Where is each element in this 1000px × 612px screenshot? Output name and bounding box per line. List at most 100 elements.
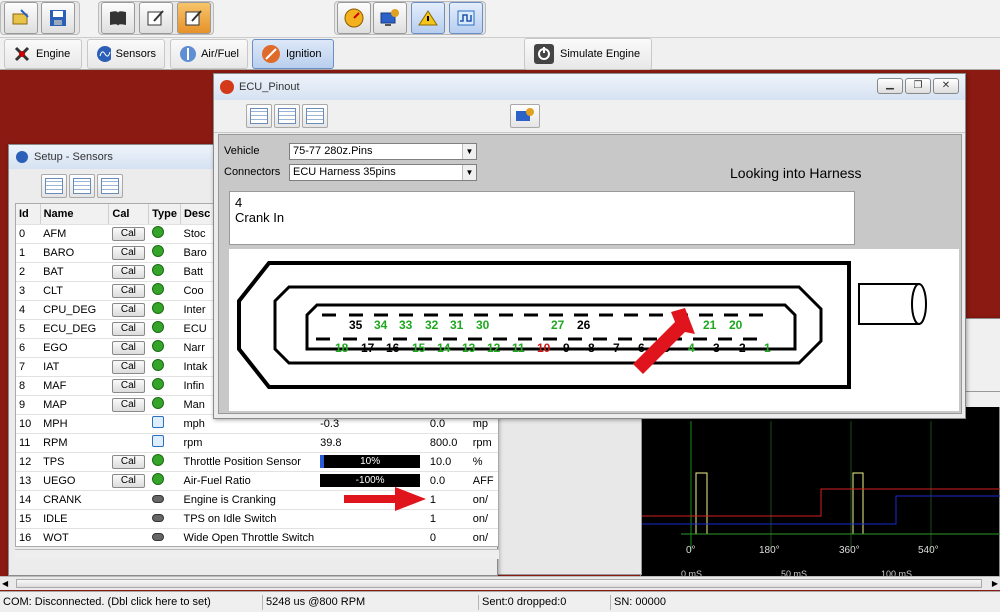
row-id: 9 xyxy=(16,395,41,415)
close-icon[interactable]: ✕ xyxy=(933,78,959,94)
simulate-engine-button[interactable]: Simulate Engine xyxy=(524,38,652,70)
col-id[interactable]: Id xyxy=(16,204,41,225)
cal-button[interactable]: Cal xyxy=(111,226,145,241)
pin-11[interactable]: 11 xyxy=(512,341,525,355)
pin-8[interactable]: 8 xyxy=(588,341,595,355)
pin-17[interactable]: 17 xyxy=(361,341,374,355)
table-row[interactable]: 16 WOT Wide Open Throttle Switch 0 on/ xyxy=(16,528,498,546)
chevron-down-icon[interactable]: ▼ xyxy=(462,165,476,180)
sensors-scrollbar[interactable] xyxy=(15,549,499,559)
cal-button[interactable]: Cal xyxy=(111,454,145,469)
pin-30[interactable]: 30 xyxy=(476,318,489,332)
com-status[interactable]: COM: Disconnected. (Dbl click here to se… xyxy=(0,595,218,610)
cal-button[interactable]: Cal xyxy=(111,321,145,336)
edit-active-icon[interactable] xyxy=(177,2,211,34)
pin-21[interactable]: 21 xyxy=(703,318,716,332)
row-id: 10 xyxy=(16,414,41,434)
table-row[interactable]: 12 TPS Cal Throttle Position Sensor 10% 10.0% xyxy=(16,452,498,472)
col-name[interactable]: Name xyxy=(40,204,110,225)
scope-deg-180: 180° xyxy=(759,545,780,556)
sent-status: Sent:0 dropped:0 xyxy=(478,595,608,610)
pin-26[interactable]: 26 xyxy=(577,318,590,332)
cal-button[interactable]: Cal xyxy=(111,397,145,412)
main-scrollbar[interactable]: ◀ ▶ xyxy=(0,576,1000,590)
pin-7[interactable]: 7 xyxy=(613,341,620,355)
pin-function-text: Crank In xyxy=(235,210,285,225)
tab-engine[interactable]: Engine xyxy=(4,39,82,69)
computer-gear-icon[interactable] xyxy=(510,104,540,128)
pin-27[interactable]: 27 xyxy=(551,318,564,332)
scope-deg-0: 0° xyxy=(686,545,696,556)
pin-18[interactable]: 18 xyxy=(335,341,348,355)
row-id: 15 xyxy=(16,509,41,529)
col-type[interactable]: Type xyxy=(148,204,181,225)
wave-icon[interactable] xyxy=(449,2,483,34)
pin-10[interactable]: 10 xyxy=(537,341,550,355)
vehicle-select[interactable]: 75-77 280z.Pins ▼ xyxy=(289,143,477,160)
connectors-label: Connectors xyxy=(224,166,281,178)
value-bar: 10% xyxy=(320,455,421,468)
cal-button[interactable]: Cal xyxy=(111,302,145,317)
cal-button[interactable]: Cal xyxy=(111,378,145,393)
detail-view-icon[interactable] xyxy=(97,174,123,198)
pin-31[interactable]: 31 xyxy=(450,318,463,332)
connectors-select[interactable]: ECU Harness 35pins ▼ xyxy=(289,164,477,181)
grid-view-icon[interactable] xyxy=(274,104,300,128)
row-id: 12 xyxy=(16,452,41,472)
pin-20[interactable]: 20 xyxy=(729,318,742,332)
pin-14[interactable]: 14 xyxy=(437,341,450,355)
pin-34[interactable]: 34 xyxy=(374,318,387,332)
pin-15[interactable]: 15 xyxy=(412,341,425,355)
pin-32[interactable]: 32 xyxy=(425,318,438,332)
grid-view-icon[interactable] xyxy=(69,174,95,198)
row-desc: Throttle Position Sensor xyxy=(180,452,318,472)
red-arrow-pin4 xyxy=(633,308,695,374)
cal-button[interactable]: Cal xyxy=(111,245,145,260)
warning-icon[interactable] xyxy=(411,2,445,34)
connector-diagram-area: 35 34 33 32 31 30 27 26 21 20 18 17 16 15 14 13 12 11 10 9… xyxy=(229,249,959,411)
detail-view-icon[interactable] xyxy=(302,104,328,128)
cal-button[interactable]: Cal xyxy=(111,340,145,355)
tab-ignition[interactable]: Ignition xyxy=(252,39,334,69)
open-icon[interactable] xyxy=(4,2,38,34)
pin-1[interactable]: 1 xyxy=(764,341,771,355)
pin-33[interactable]: 33 xyxy=(399,318,412,332)
col-cal[interactable]: Cal xyxy=(108,204,150,225)
scroll-left-icon[interactable]: ◀ xyxy=(2,579,8,588)
pin-9[interactable]: 9 xyxy=(563,341,570,355)
table-row[interactable]: 11 RPM rpm 39.8 800.0 rpm xyxy=(16,433,498,453)
table-view-icon[interactable] xyxy=(41,174,67,198)
cal-button[interactable]: Cal xyxy=(111,359,145,374)
row-default: 800.0 xyxy=(426,433,470,453)
row-name: MPH xyxy=(40,414,109,434)
tab-airfuel[interactable]: Air/Fuel xyxy=(170,39,248,69)
cal-button[interactable]: Cal xyxy=(111,283,145,298)
minimize-icon[interactable]: ▁ xyxy=(877,78,903,94)
scroll-right-icon[interactable]: ▶ xyxy=(992,579,998,588)
pin-35[interactable]: 35 xyxy=(349,318,362,332)
restore-icon[interactable]: ❐ xyxy=(905,78,931,94)
row-name: WOT xyxy=(40,528,109,546)
pin-2[interactable]: 2 xyxy=(739,341,746,355)
edit-icon[interactable] xyxy=(139,2,173,34)
cal-button[interactable]: Cal xyxy=(111,473,145,488)
row-id: 5 xyxy=(16,319,41,339)
pinout-titlebar[interactable]: ECU_Pinout ▁ ❐ ✕ xyxy=(214,74,965,100)
pin-info-box[interactable]: 4 Crank In xyxy=(229,191,855,245)
computer-gear-icon[interactable] xyxy=(373,2,407,34)
table-view-icon[interactable] xyxy=(246,104,272,128)
scroll-thumb[interactable] xyxy=(16,579,982,588)
sensor-icon xyxy=(97,46,111,62)
pin-3[interactable]: 3 xyxy=(713,341,720,355)
chevron-down-icon[interactable]: ▼ xyxy=(462,144,476,159)
pin-16[interactable]: 16 xyxy=(386,341,399,355)
book-icon[interactable] xyxy=(101,2,135,34)
save-icon[interactable] xyxy=(41,2,75,34)
app-logo-icon xyxy=(220,80,234,94)
cal-button[interactable]: Cal xyxy=(111,264,145,279)
pin-13[interactable]: 13 xyxy=(462,341,475,355)
row-name: TPS xyxy=(40,452,109,472)
tab-sensors[interactable]: Sensors xyxy=(87,39,165,69)
gauge-icon[interactable] xyxy=(337,2,371,34)
pin-12[interactable]: 12 xyxy=(487,341,500,355)
